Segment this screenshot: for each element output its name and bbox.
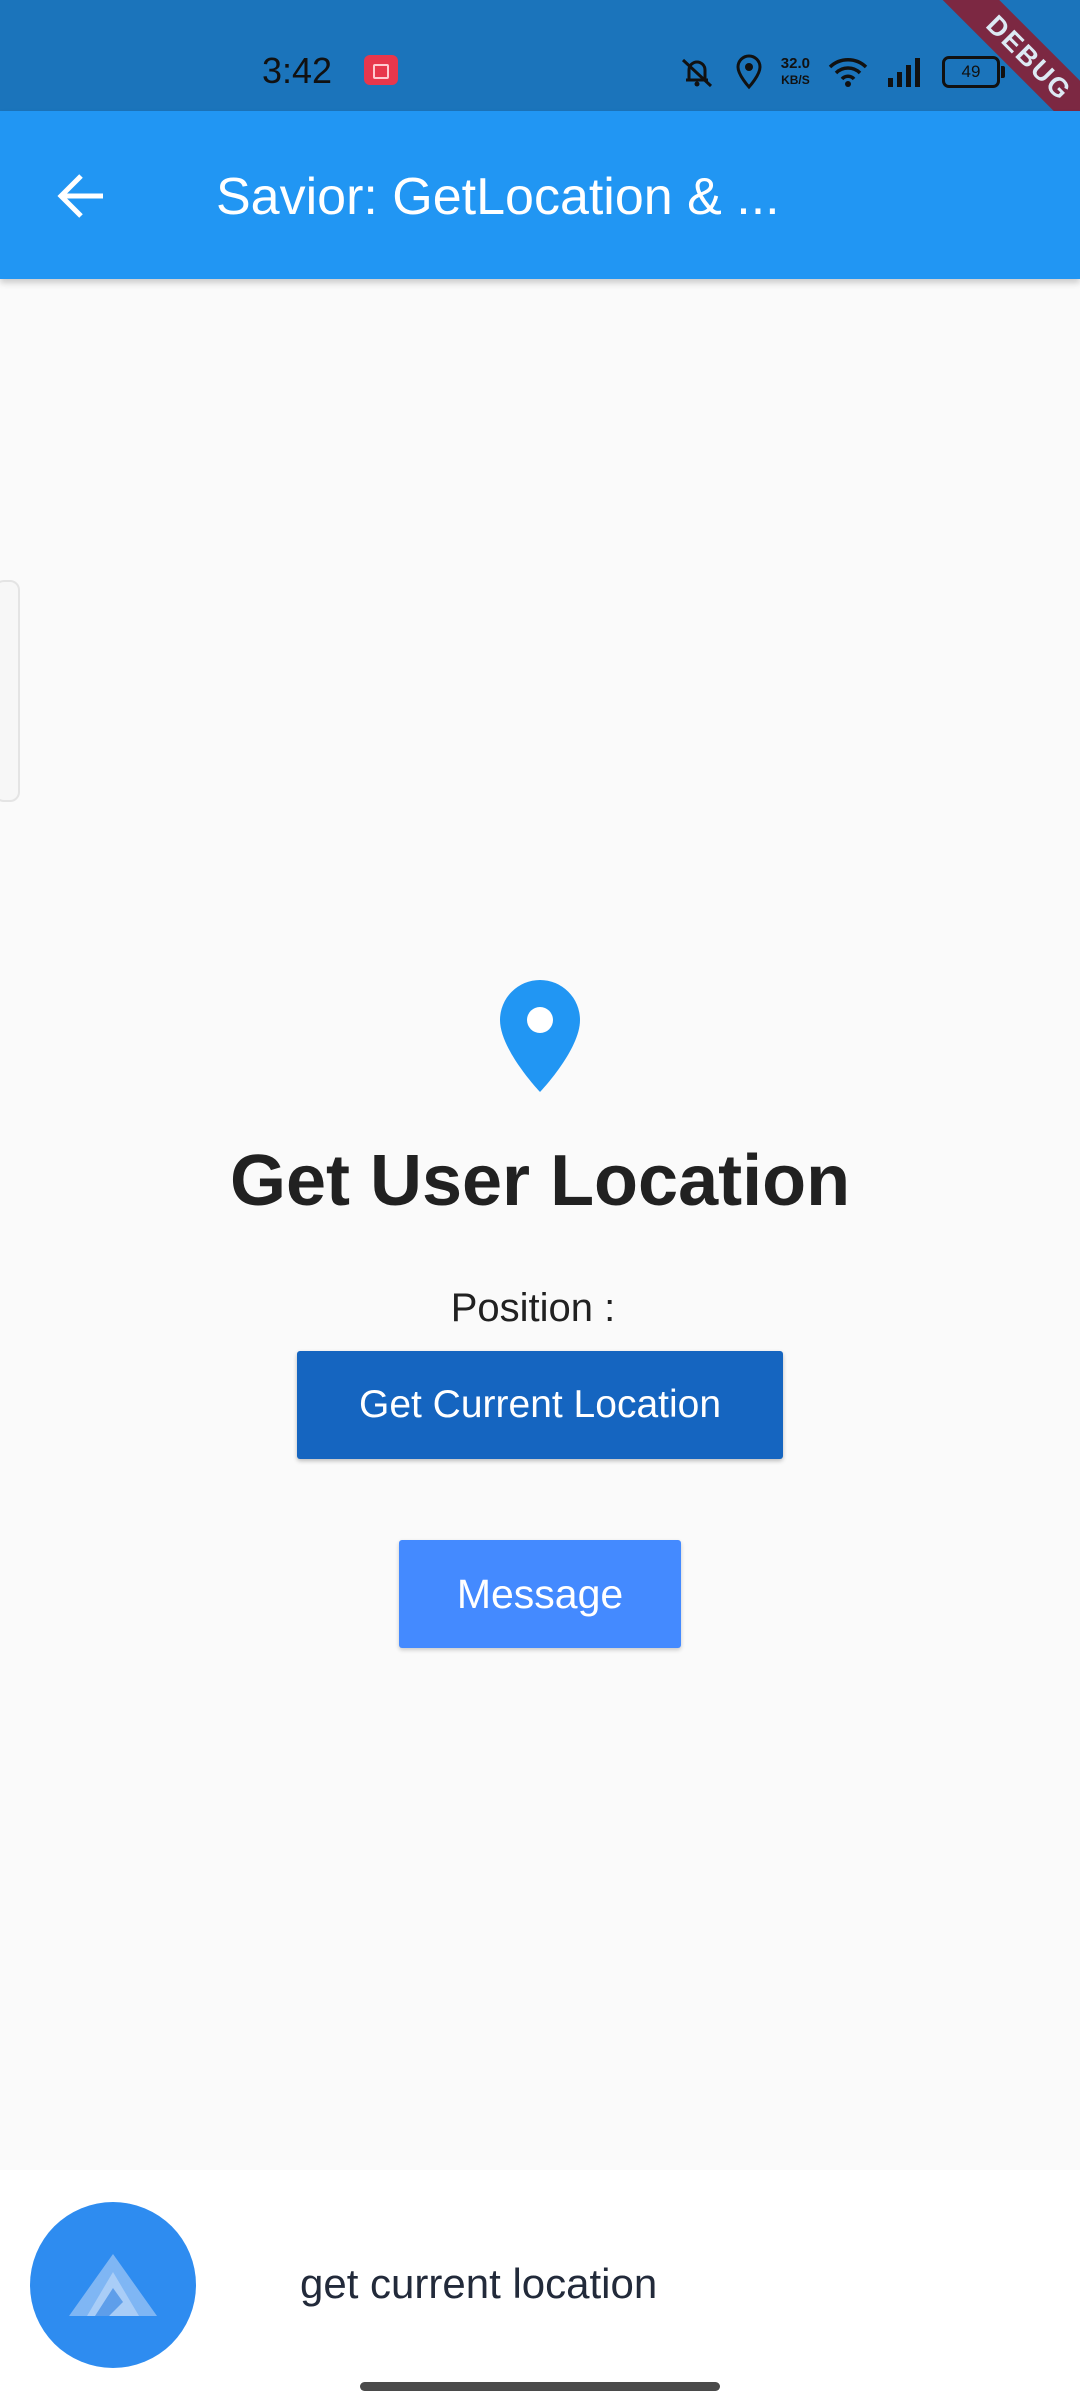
mute-bell-icon (677, 54, 717, 90)
page-heading: Get User Location (229, 1141, 851, 1221)
location-icon (735, 54, 763, 90)
assistant-logo-icon (69, 2254, 157, 2316)
assistant-bar: get current location (0, 2170, 1080, 2400)
screen: 3:42 32.0 KB/S 49 DEBUG Savior: GetLocat… (0, 0, 1080, 2400)
network-speed: 32.0 KB/S (781, 56, 810, 88)
assistant-transcript: get current location (300, 2260, 658, 2307)
assistant-avatar[interactable] (30, 2202, 196, 2368)
app-bar: Savior: GetLocation & ... (0, 111, 1080, 279)
message-button[interactable]: Message (399, 1540, 681, 1648)
location-pin-icon (500, 980, 580, 1092)
back-arrow-icon (57, 174, 103, 218)
side-handle[interactable] (0, 580, 20, 802)
position-label: Position : (450, 1286, 616, 1330)
home-indicator[interactable] (360, 2382, 720, 2391)
status-icons: 32.0 KB/S 49 (677, 50, 1005, 94)
status-time: 3:42 (262, 50, 333, 91)
wifi-icon (828, 56, 868, 88)
app-title: Savior: GetLocation & ... (216, 168, 780, 226)
battery-icon: 49 (942, 56, 1005, 88)
back-button[interactable] (40, 155, 122, 237)
signal-icon (886, 56, 924, 88)
get-current-location-button[interactable]: Get Current Location (297, 1351, 783, 1459)
screen-record-icon (364, 55, 398, 85)
network-speed-unit: KB/S (781, 73, 810, 87)
network-speed-value: 32.0 (780, 55, 810, 72)
status-bar: 3:42 32.0 KB/S 49 DEBUG (0, 0, 1080, 154)
